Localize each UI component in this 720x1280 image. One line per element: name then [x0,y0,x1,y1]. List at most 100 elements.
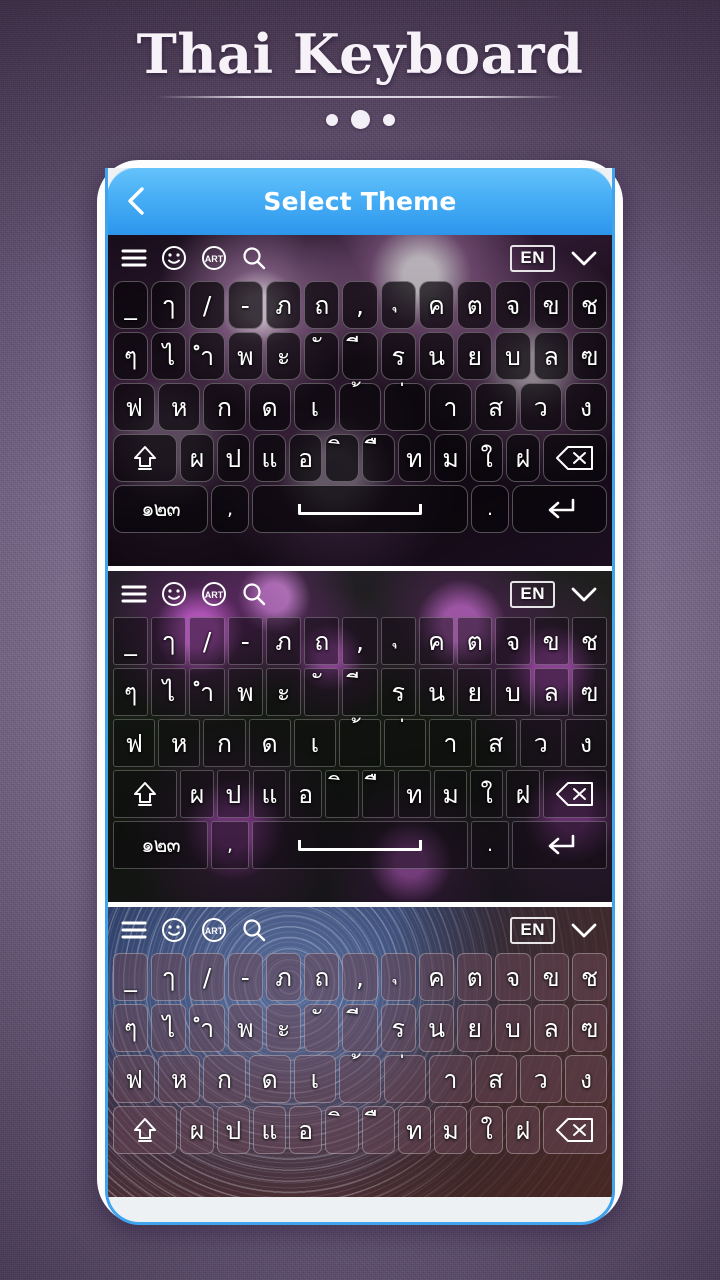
art-circle-icon[interactable]: ART [201,245,227,271]
key-ข[interactable]: ข [533,953,569,1001]
key-ส[interactable]: ส [474,1055,517,1103]
key-ี[interactable]: ี [342,668,378,716]
smiley-face-icon[interactable] [161,245,187,271]
key-ด[interactable]: ด [248,383,291,431]
key-ำ[interactable]: ำ [189,668,225,716]
key-่[interactable]: ่ [384,383,427,431]
key-ร[interactable]: ร [380,668,416,716]
key-ุ[interactable]: ุ [380,953,416,1001]
art-circle-icon[interactable]: ART [201,581,227,607]
key-ๆ[interactable]: ๆ [113,332,149,380]
key-ี[interactable]: ี [342,1004,378,1052]
key-ไ[interactable]: ไ [151,1004,187,1052]
key-ใ[interactable]: ใ [470,434,504,482]
period-key[interactable]: . [470,485,510,533]
key-อ[interactable]: อ [289,434,323,482]
hamburger-menu-icon[interactable] [121,920,147,940]
key-บ[interactable]: บ [495,668,531,716]
backspace-key[interactable] [542,1106,608,1154]
key--[interactable]: - [227,953,263,1001]
key-า[interactable]: า [429,719,472,767]
key-ก[interactable]: ก [203,719,246,767]
key-ค[interactable]: ค [418,281,455,329]
key-า[interactable]: า [429,1055,472,1103]
key-เ[interactable]: เ [293,383,336,431]
key-ิ[interactable]: ิ [325,1106,359,1154]
key-ๅ[interactable]: ๅ [151,281,187,329]
hamburger-menu-icon[interactable] [121,584,147,604]
key--[interactable]: - [227,281,263,329]
key-ื[interactable]: ื [361,770,395,818]
key-ถ[interactable]: ถ [304,617,340,665]
key-แ[interactable]: แ [252,770,287,818]
hamburger-menu-icon[interactable] [121,248,147,268]
key-ว[interactable]: ว [519,1055,562,1103]
key-/[interactable]: / [189,281,225,329]
back-button[interactable] [108,168,165,235]
key-จ[interactable]: จ [495,281,531,329]
key-ข[interactable]: ข [533,281,569,329]
key-ย[interactable]: ย [457,668,493,716]
key-ก[interactable]: ก [203,383,246,431]
key-เ[interactable]: เ [293,1055,336,1103]
key-ม[interactable]: ม [433,1106,468,1154]
comma-key[interactable]: , [210,485,250,533]
key-ะ[interactable]: ะ [265,668,302,716]
key-ฃ[interactable]: ฃ [571,332,608,380]
art-circle-icon[interactable]: ART [201,917,227,943]
key-ื[interactable]: ื [361,434,395,482]
chevron-down-icon[interactable] [569,248,599,268]
key-ห[interactable]: ห [158,1055,201,1103]
key-/[interactable]: / [189,953,225,1001]
key-บ[interactable]: บ [495,1004,531,1052]
key-,[interactable]: , [342,953,378,1001]
key-ล[interactable]: ล [533,332,569,380]
key-ป[interactable]: ป [216,770,250,818]
key-ต[interactable]: ต [457,617,493,665]
key-ไ[interactable]: ไ [151,332,187,380]
key-ฃ[interactable]: ฃ [571,668,608,716]
key-ป[interactable]: ป [216,1106,250,1154]
backspace-key[interactable] [542,434,608,482]
key-ช[interactable]: ช [571,281,608,329]
enter-key[interactable] [512,821,607,869]
key-ฃ[interactable]: ฃ [571,1004,608,1052]
key-ต[interactable]: ต [457,953,493,1001]
key-ั[interactable]: ั [304,1004,340,1052]
key-ล[interactable]: ล [533,668,569,716]
period-key[interactable]: . [470,821,510,869]
key-ุ[interactable]: ุ [380,281,416,329]
key-ว[interactable]: ว [519,383,562,431]
key-้[interactable]: ้ [338,1055,382,1103]
key-ิ[interactable]: ิ [325,770,359,818]
key-ด[interactable]: ด [248,1055,291,1103]
key-ฝ[interactable]: ฝ [506,770,540,818]
key-ม[interactable]: ม [433,770,468,818]
key-พ[interactable]: พ [227,1004,263,1052]
key-น[interactable]: น [418,332,455,380]
theme-option-lavender-flowers[interactable]: ART EN _ ๅ / - ภ ถ , ค ต จ ข ช ๆ ไ ำ พ ะ… [108,571,612,907]
key-ฟ[interactable]: ฟ [113,1055,156,1103]
key-ย[interactable]: ย [457,1004,493,1052]
key-ใ[interactable]: ใ [470,1106,504,1154]
key-ฝ[interactable]: ฝ [506,434,540,482]
search-icon[interactable] [241,581,267,607]
key-ฟ[interactable]: ฟ [113,383,156,431]
shift-key[interactable] [113,434,178,482]
key-้[interactable]: ้ [338,383,382,431]
key-_[interactable]: _ [113,953,149,1001]
key-_[interactable]: _ [113,281,149,329]
shift-key[interactable] [113,1106,178,1154]
key-ท[interactable]: ท [397,434,431,482]
key-ะ[interactable]: ะ [265,1004,302,1052]
key-น[interactable]: น [418,668,455,716]
key-ำ[interactable]: ำ [189,1004,225,1052]
key-แ[interactable]: แ [252,434,287,482]
key-ผ[interactable]: ผ [180,434,214,482]
search-icon[interactable] [241,245,267,271]
smiley-face-icon[interactable] [161,917,187,943]
key-,[interactable]: , [342,281,378,329]
key-ผ[interactable]: ผ [180,770,214,818]
key-เ[interactable]: เ [293,719,336,767]
key-ห[interactable]: ห [158,719,201,767]
